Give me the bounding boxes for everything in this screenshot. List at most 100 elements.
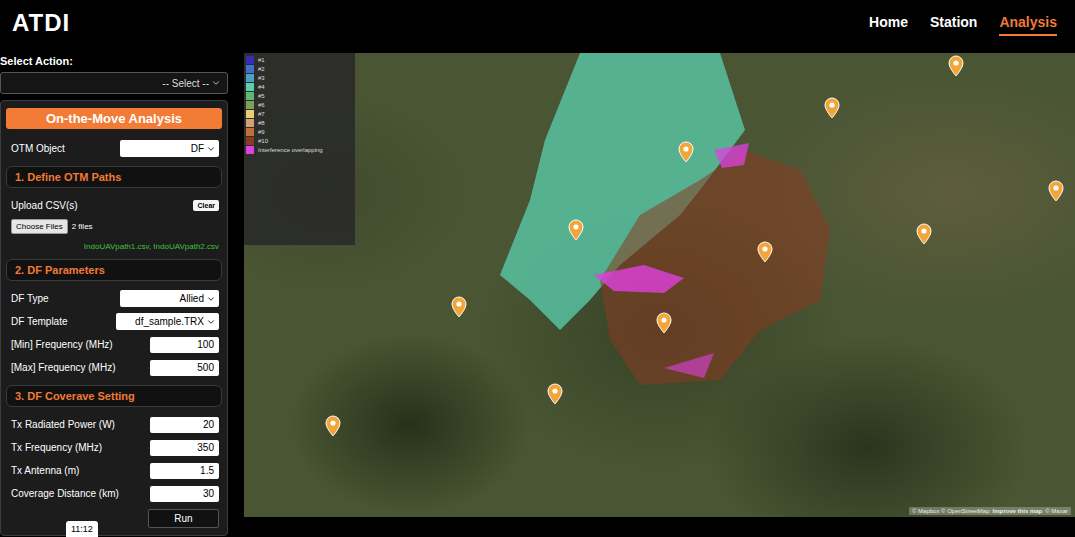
field-select[interactable]: DF — [120, 140, 219, 157]
clear-button[interactable]: Clear — [193, 200, 219, 211]
section-header: 2. DF Parameters — [6, 259, 222, 281]
sidebar: Select Action:-- Select --On-the-Move An… — [0, 45, 228, 537]
legend-item: #10 — [246, 137, 353, 145]
field-input[interactable]: 350 — [150, 440, 219, 456]
legend-swatch — [246, 74, 254, 82]
legend-item: #9 — [246, 128, 353, 136]
map-pin-icon[interactable] — [823, 97, 841, 119]
legend-label: #4 — [258, 83, 265, 91]
coverage-overlay — [244, 53, 1075, 517]
field-label: [Max] Frequency (MHz) — [11, 362, 115, 373]
video-time: 11:12 — [66, 521, 98, 537]
field-label: DF Template — [11, 316, 68, 327]
chevron-icon — [211, 78, 221, 88]
field-input[interactable]: 30 — [150, 486, 219, 502]
otm-button[interactable]: On-the-Move Analysis — [6, 108, 222, 129]
map-pin-icon[interactable] — [567, 219, 585, 241]
field-input[interactable]: 1.5 — [150, 463, 219, 479]
chevron-icon — [206, 317, 216, 327]
field-label: DF Type — [11, 293, 49, 304]
field-label: [Min] Frequency (MHz) — [11, 339, 113, 350]
legend-label: #9 — [258, 128, 265, 136]
field-input[interactable]: 20 — [150, 417, 219, 433]
field-row: Tx Antenna (m) 1.5 — [6, 459, 222, 482]
legend-item: #2 — [246, 65, 353, 73]
map[interactable]: #1#2#3#4#5#6#7#8#9#10Interference overla… — [244, 53, 1075, 517]
field-select[interactable]: df_sample.TRX — [116, 313, 219, 330]
file-names: IndoUAVpath1.csv, IndoUAVpath2.csv — [6, 236, 222, 253]
legend-label: #10 — [258, 137, 268, 145]
map-pin-icon[interactable] — [1047, 180, 1065, 202]
field-row: DF Template df_sample.TRX — [6, 310, 222, 333]
field-label: Tx Antenna (m) — [11, 465, 79, 476]
legend-swatch — [246, 119, 254, 127]
field-label: Coverage Distance (km) — [11, 488, 119, 499]
legend-item: #4 — [246, 83, 353, 91]
header: ATDI Home Station Analysis — [0, 0, 1075, 45]
app: ATDI Home Station Analysis Select Action:-- … — [0, 0, 1075, 537]
field-row: [Max] Frequency (MHz) 500 — [6, 356, 222, 379]
section-header: 3. DF Coverave Setting — [6, 385, 222, 407]
field-input[interactable]: 500 — [150, 360, 219, 376]
body: Select Action:-- Select --On-the-Move An… — [0, 45, 1075, 537]
legend-item: #3 — [246, 74, 353, 82]
legend-item: #6 — [246, 101, 353, 109]
field-row: Coverage Distance (km) 30 — [6, 482, 222, 505]
legend-swatch — [246, 101, 254, 109]
map-pin-icon[interactable] — [677, 141, 695, 163]
field-input[interactable]: 100 — [150, 337, 219, 353]
legend-swatch — [246, 137, 254, 145]
analysis-panel: On-the-Move Analysis OTM Object DF 1. Defin… — [0, 100, 228, 536]
field-row: Tx Radiated Power (W) 20 — [6, 413, 222, 436]
upload-row: Upload CSV(s) Clear — [6, 194, 222, 217]
choose-row: Choose Files 2 files — [6, 217, 222, 236]
logo[interactable]: ATDI — [12, 9, 70, 37]
legend-label: #7 — [258, 110, 265, 118]
upload-label: Upload CSV(s) — [11, 200, 78, 211]
map-pin-icon[interactable] — [756, 241, 774, 263]
map-pin-icon[interactable] — [546, 383, 564, 405]
chevron-icon — [206, 144, 216, 154]
field-row: [Min] Frequency (MHz) 100 — [6, 333, 222, 356]
section-header: 1. Define OTM Paths — [6, 166, 222, 188]
legend-item: #8 — [246, 119, 353, 127]
improve-link[interactable]: Improve this map — [993, 508, 1043, 514]
run-button[interactable]: Run — [148, 509, 219, 528]
choose-files-button[interactable]: Choose Files — [11, 219, 68, 234]
legend-swatch — [246, 92, 254, 100]
nav-link[interactable]: Home — [869, 10, 908, 36]
legend-swatch — [246, 65, 254, 73]
legend-swatch — [246, 146, 254, 154]
legend-item: #5 — [246, 92, 353, 100]
chevron-icon — [206, 294, 216, 304]
field-select[interactable]: Allied — [120, 290, 219, 307]
field-label: Tx Frequency (MHz) — [11, 442, 102, 453]
action-select[interactable]: -- Select -- — [0, 72, 228, 94]
legend-swatch — [246, 128, 254, 136]
nav-link[interactable]: Station — [930, 10, 977, 36]
legend-label: #2 — [258, 65, 265, 73]
legend-label: Interference overlapping — [258, 146, 323, 154]
nav: Home Station Analysis — [869, 10, 1057, 36]
file-count: 2 files — [72, 222, 93, 231]
legend-label: #5 — [258, 92, 265, 100]
nav-link[interactable]: Analysis — [999, 10, 1057, 36]
legend-item: Interference overlapping — [246, 146, 353, 154]
legend-item: #1 — [246, 56, 353, 64]
map-pin-icon[interactable] — [655, 312, 673, 334]
legend-swatch — [246, 56, 254, 64]
map-pin-icon[interactable] — [947, 55, 965, 77]
map-pin-icon[interactable] — [324, 415, 342, 437]
field-label: OTM Object — [11, 143, 65, 154]
legend-label: #1 — [258, 56, 265, 64]
legend: #1#2#3#4#5#6#7#8#9#10Interference overla… — [244, 53, 355, 245]
field-row: Tx Frequency (MHz) 350 — [6, 436, 222, 459]
field-row: DF Type Allied — [6, 287, 222, 310]
map-pin-icon[interactable] — [450, 296, 468, 318]
legend-swatch — [246, 110, 254, 118]
legend-label: #8 — [258, 119, 265, 127]
legend-swatch — [246, 83, 254, 91]
legend-label: #6 — [258, 101, 265, 109]
field-label: Tx Radiated Power (W) — [11, 419, 115, 430]
map-pin-icon[interactable] — [915, 223, 933, 245]
